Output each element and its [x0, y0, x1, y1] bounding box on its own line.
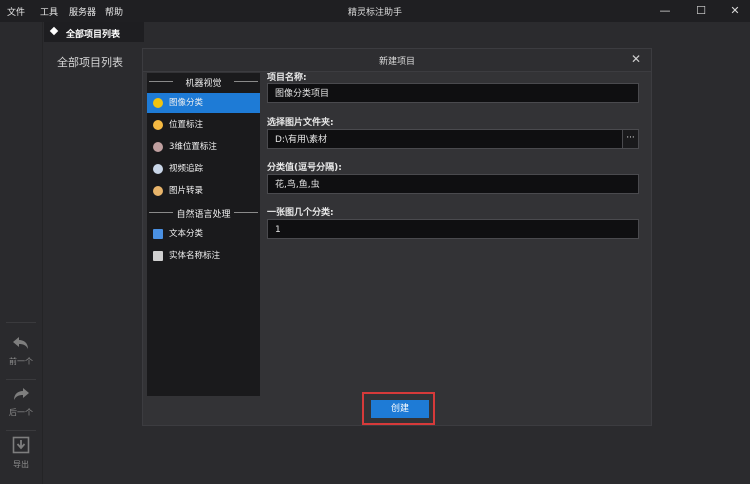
- close-icon[interactable]: ✕: [629, 52, 643, 66]
- project-type-sidebar: 机器视觉 图像分类 位置标注 3维位置标注 视频追踪 图片转录 自然语言处理 文…: [147, 73, 260, 396]
- app-title: 精灵标注助手: [347, 8, 402, 18]
- rail-divider: [6, 430, 36, 431]
- type-item-text-classification[interactable]: 文本分类: [147, 224, 260, 244]
- text-classify-icon: [153, 229, 163, 239]
- previous-label: 前一个: [9, 357, 33, 366]
- project-list-heading: 全部项目列表: [57, 56, 123, 69]
- new-project-dialog: 新建项目 ✕ 机器视觉 图像分类 位置标注 3维位置标注 视频追踪 图片转录 自…: [142, 48, 652, 426]
- export-label: 导出: [13, 460, 29, 469]
- create-button[interactable]: 创建: [371, 400, 429, 418]
- image-transcribe-icon: [153, 186, 163, 196]
- next-button[interactable]: 后一个: [3, 386, 39, 418]
- type-item-position-label[interactable]: 位置标注: [147, 115, 260, 135]
- folder-input[interactable]: D:\有用\素材: [267, 129, 623, 149]
- type-item-3d-label[interactable]: 3维位置标注: [147, 137, 260, 157]
- folder-label: 选择图片文件夹:: [267, 118, 334, 128]
- type-item-image-classification[interactable]: 图像分类: [147, 93, 260, 113]
- browse-folder-button[interactable]: ···: [622, 129, 639, 149]
- per-image-label: 一张图几个分类:: [267, 208, 334, 218]
- project-name-input[interactable]: 图像分类项目: [267, 83, 639, 103]
- previous-button[interactable]: 前一个: [3, 335, 39, 367]
- categories-label: 分类值(逗号分隔):: [267, 163, 342, 173]
- tab-label: 全部项目列表: [66, 30, 121, 40]
- rail-divider: [6, 379, 36, 380]
- next-label: 后一个: [9, 408, 33, 417]
- 3d-label-icon: [153, 142, 163, 152]
- export-button[interactable]: 导出: [3, 436, 39, 470]
- undo-arrow-icon: [13, 337, 28, 349]
- per-image-input[interactable]: 1: [267, 219, 639, 239]
- categories-input[interactable]: 花,鸟,鱼,虫: [267, 174, 639, 194]
- video-track-icon: [153, 164, 163, 174]
- dialog-title: 新建项目: [378, 57, 415, 67]
- entity-label-icon: [153, 251, 163, 261]
- section-header-nlp: 自然语言处理: [147, 207, 260, 220]
- type-item-entity-label[interactable]: 实体名称标注: [147, 246, 260, 266]
- dialog-header: 新建项目 ✕: [143, 49, 651, 72]
- image-classify-icon: [153, 98, 163, 108]
- type-item-video-tracking[interactable]: 视频追踪: [147, 159, 260, 179]
- minimize-icon[interactable]: —: [657, 3, 673, 19]
- redo-arrow-icon: [14, 388, 29, 400]
- maximize-icon[interactable]: ☐: [693, 3, 709, 19]
- left-rail: 前一个 后一个 导出: [0, 22, 43, 484]
- export-icon: [12, 436, 30, 454]
- close-icon[interactable]: ✕: [727, 3, 743, 19]
- tab-all-projects[interactable]: 全部项目列表: [44, 22, 144, 42]
- rail-divider: [6, 322, 36, 323]
- section-header-vision: 机器视觉: [147, 76, 260, 89]
- project-name-label: 项目名称:: [267, 73, 307, 83]
- position-label-icon: [153, 120, 163, 130]
- title-bar: 文件 工具 服务器 帮助 精灵标注助手 — ☐ ✕: [0, 0, 750, 22]
- type-item-image-transcription[interactable]: 图片转录: [147, 181, 260, 201]
- diamond-icon: [49, 26, 59, 36]
